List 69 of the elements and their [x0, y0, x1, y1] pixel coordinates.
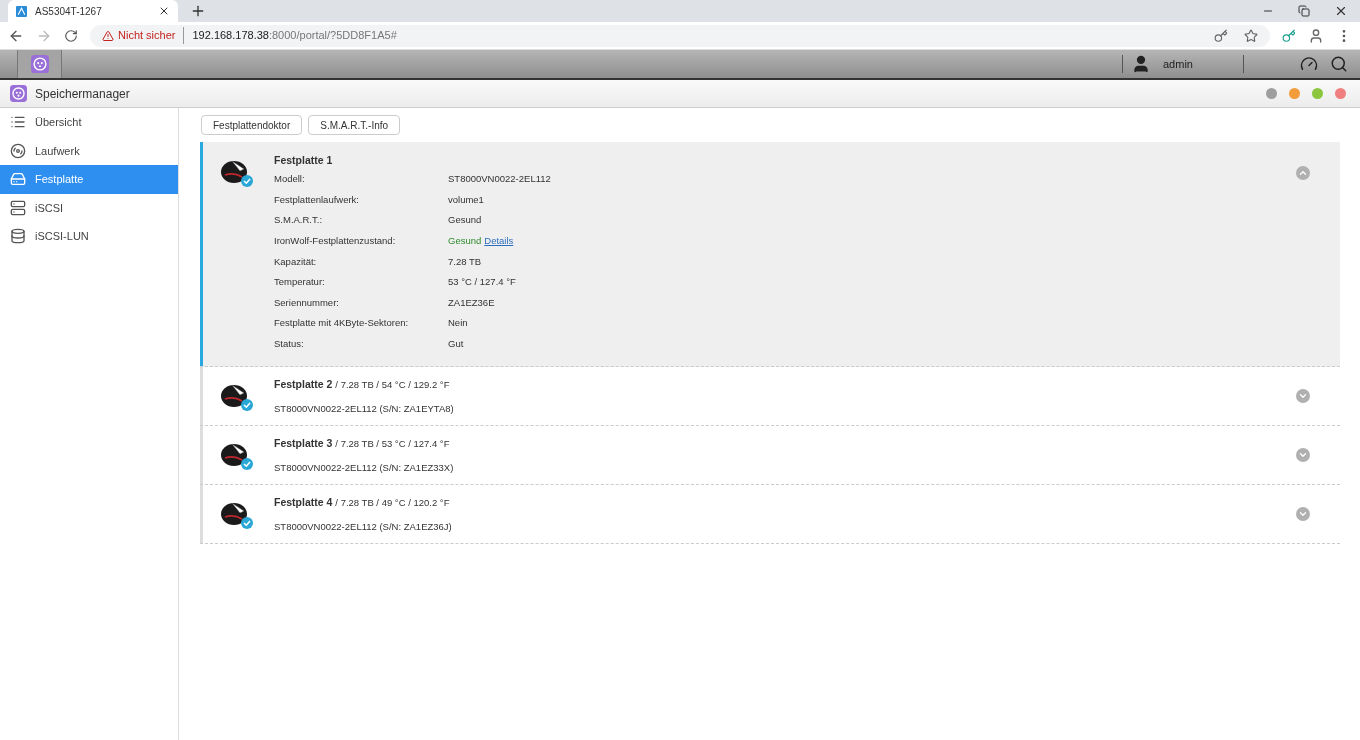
details-link[interactable]: Details	[484, 233, 514, 249]
expand-button[interactable]	[1296, 507, 1310, 522]
address-bar[interactable]: Nicht sicher 192.168.178.38:8000/portal/?5DD8F1A5#	[90, 24, 1270, 47]
disk-model-serial: ST8000VN0022-2EL112 (S/N: ZA1EYTA8)	[274, 401, 455, 416]
detail-value: 53 °C / 127.4 °F	[448, 275, 516, 290]
disk-model-serial: ST8000VN0022-2EL112 (S/N: ZA1EZ33X)	[274, 460, 455, 475]
storage-manager-logo-icon	[30, 55, 49, 73]
expand-button[interactable]	[1296, 448, 1310, 463]
security-warning: Nicht sicher	[118, 27, 185, 44]
detail-value: ST8000VN0022-2EL112	[448, 172, 551, 187]
warning-icon	[102, 29, 114, 42]
disk-row-collapsed[interactable]: Festplatte 2 / 7.28 TB / 54 °C / 129.2 °F ST8000VN0022-2EL112 (S/N: ZA1EYTA8)	[200, 367, 1340, 427]
extension-key-icon[interactable]	[1282, 28, 1296, 43]
detail-label: Festplatte mit 4KByte-Sektoren:	[274, 316, 410, 331]
sidebar-item[interactable]: Laufwerk	[0, 136, 178, 165]
chevron-up-icon	[1298, 168, 1308, 178]
disk-summary: / 7.28 TB / 49 °C / 120.2 °F	[335, 495, 450, 510]
toolbar-button[interactable]: Festplattendoktor	[201, 115, 303, 135]
disk-title: Festplatte 2	[274, 376, 333, 392]
user-icon	[1131, 54, 1151, 74]
disk-summary: / 7.28 TB / 53 °C / 127.4 °F	[335, 436, 450, 451]
detail-label: Kapazität:	[274, 254, 318, 269]
sidebar-item[interactable]: iSCSI	[0, 193, 178, 222]
bookmark-star-icon[interactable]	[1244, 28, 1258, 43]
sidebar-item[interactable]: iSCSI-LUN	[0, 222, 178, 251]
disk-row-collapsed[interactable]: Festplatte 3 / 7.28 TB / 53 °C / 127.4 °F ST8000VN0022-2EL112 (S/N: ZA1EZ33X)	[200, 426, 1340, 486]
detail-value: Gesund	[448, 233, 482, 248]
app-launcher-tab[interactable]	[18, 50, 62, 78]
iscsi-icon	[10, 199, 26, 216]
reload-icon[interactable]	[64, 28, 78, 43]
detail-value: Gut	[448, 336, 464, 351]
detail-value: volume1	[448, 192, 484, 207]
disk-row-collapsed[interactable]: Festplatte 4 / 7.28 TB / 49 °C / 120.2 °F ST8000VN0022-2EL112 (S/N: ZA1EZ36J)	[200, 485, 1340, 545]
username[interactable]: admin	[1163, 55, 1243, 73]
site-favicon-icon	[16, 5, 27, 17]
tab-title: AS5304T-1267	[35, 4, 103, 19]
detail-label: Temperatur:	[274, 275, 326, 290]
disk-title: Festplatte 3	[274, 435, 333, 451]
disk-title: Festplatte 4	[274, 494, 333, 510]
browser-tab[interactable]: AS5304T-1267	[8, 0, 178, 22]
sidebar-item[interactable]: Übersicht	[0, 108, 178, 137]
expand-button[interactable]	[1296, 389, 1310, 404]
window-title: Speichermanager	[35, 85, 130, 103]
disk-title: Festplatte 1	[274, 153, 334, 168]
new-tab-icon[interactable]	[190, 3, 206, 19]
restore-icon[interactable]	[1298, 5, 1310, 17]
dashboard-icon[interactable]	[1300, 55, 1318, 73]
detail-label: Status:	[274, 336, 305, 351]
lun-icon	[10, 228, 26, 245]
detail-value: Nein	[448, 316, 468, 331]
search-icon[interactable]	[1330, 55, 1348, 73]
toolbar-button[interactable]: S.M.A.R.T.-Info	[308, 115, 401, 135]
detail-value: Gesund	[448, 213, 482, 228]
key-icon[interactable]	[1214, 28, 1228, 43]
disk-summary: / 7.28 TB / 54 °C / 129.2 °F	[335, 377, 450, 392]
disk-model-serial: ST8000VN0022-2EL112 (S/N: ZA1EZ36J)	[274, 519, 453, 534]
detail-value: ZA1EZ36E	[448, 295, 495, 310]
volume-icon	[10, 142, 26, 159]
detail-label: IronWolf-Festplattenzustand:	[274, 233, 397, 248]
close-icon[interactable]	[1334, 4, 1348, 18]
detail-label: Modell:	[274, 172, 306, 187]
detail-label: Seriennummer:	[274, 295, 340, 310]
detail-label: S.M.A.R.T.:	[274, 213, 324, 228]
detail-label: Festplattenlaufwerk:	[274, 192, 360, 207]
detail-value: 7.28 TB	[448, 254, 482, 269]
close-icon[interactable]	[158, 5, 170, 17]
url-text: 192.168.178.38:8000/portal/?5DD8F1A5#	[192, 28, 397, 44]
profile-icon[interactable]	[1308, 27, 1324, 44]
storage-manager-logo-icon	[10, 85, 27, 102]
